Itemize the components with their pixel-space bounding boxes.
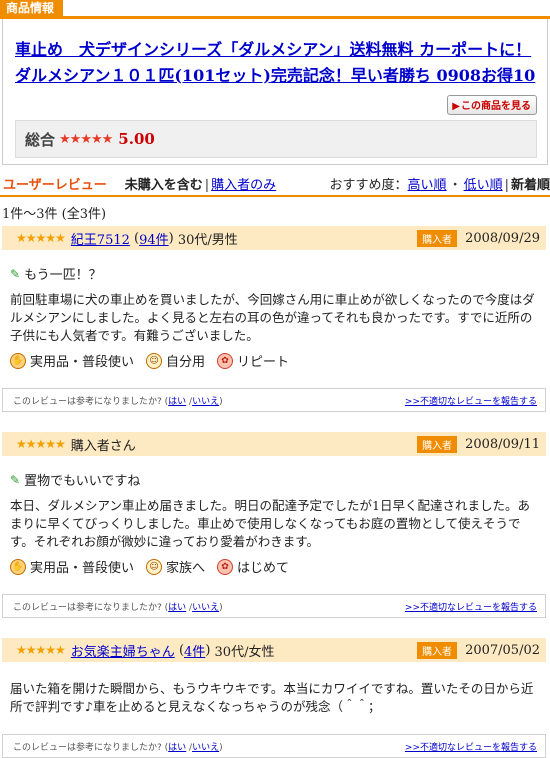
helpful-yes-link[interactable]: はい [168, 603, 186, 613]
sort-new: 新着順 [510, 178, 550, 193]
helpful-question: このレビューは参考になりましたか? (はい /いいえ) [13, 396, 223, 407]
product-section-header: 商品情報 [0, 0, 550, 19]
person-icon: ☺ [146, 352, 163, 369]
tag-purchase: はじめて [237, 561, 290, 576]
rating-stars-icon: ★★★★★ [59, 131, 113, 147]
product-info-tab: 商品情報 [0, 0, 64, 17]
review-date: 2008/09/29 [465, 230, 540, 246]
helpful-no-link[interactable]: いいえ [192, 743, 219, 753]
reviewer-name-link[interactable]: お気楽主婦ちゃん [71, 641, 175, 660]
review-tags: ✋ 実用品・普段使い ☺ 家族へ ✿ はじめて [10, 557, 536, 576]
product-box: 車止め 犬デザインシリーズ「ダルメシアン」送料無料 カーポートに！ダルメシアン１… [2, 19, 548, 165]
see-product-button[interactable]: ▶この商品を見る [447, 95, 537, 115]
pencil-icon: ✎ [10, 472, 21, 487]
helpful-question: このレビューは参考になりましたか? (はい /いいえ) [13, 602, 223, 613]
review-header: ★★★★★ 紀王7512 (94件) 30代/男性 購入者 2008/09/29 [2, 226, 546, 250]
review-tags: ✋ 実用品・普段使い ☺ 自分用 ✿ リピート [10, 351, 536, 370]
reviewer-meta: 30代/男性 [177, 232, 238, 248]
arrow-icon: ▶ [452, 101, 460, 112]
sort-high-link[interactable]: 高い順 [408, 178, 447, 193]
person-icon: ☺ [146, 558, 163, 575]
gift-icon: ✿ [217, 352, 234, 369]
reviews-sort: おすすめ度：高い順・低い順 | 新着順 [329, 178, 550, 193]
hand-icon: ✋ [10, 352, 26, 369]
review-body: 届いた箱を開けた瞬間から、もうウキウキです。本当にカワイイですね。置いたその日か… [10, 681, 534, 714]
tag-recipient: 自分用 [166, 355, 206, 370]
review-body: 前回駐車場に犬の車止めを買いましたが、今回嫁さん用に車止めが欲しくなったので今度… [10, 292, 535, 343]
review-subject: 置物でもいいですね [24, 474, 141, 489]
review-header: ★★★★★ 購入者さん 購入者 2008/09/11 [2, 432, 546, 456]
review-item: ★★★★★ 紀王7512 (94件) 30代/男性 購入者 2008/09/29… [2, 226, 546, 412]
reviews-title: ユーザーレビュー [3, 178, 107, 193]
tag-purchase: リピート [237, 355, 290, 370]
review-header: ★★★★★ お気楽主婦ちゃん (4件) 30代/女性 購入者 2007/05/0… [2, 638, 546, 662]
review-count: 1件～3件 (全3件) [2, 207, 107, 222]
report-review-link[interactable]: >>不適切なレビューを報告する [405, 740, 537, 753]
helpful-no-link[interactable]: いいえ [192, 397, 219, 407]
review-date: 2008/09/11 [465, 436, 540, 452]
overall-rating: 総合 ★★★★★ 5.00 [15, 120, 537, 158]
reviewer-name: 購入者さん [70, 438, 136, 454]
report-review-link[interactable]: >>不適切なレビューを報告する [405, 600, 537, 613]
helpful-box: このレビューは参考になりましたか? (はい /いいえ) >>不適切なレビューを報… [2, 388, 546, 412]
tag-usage: 実用品・普段使い [30, 561, 135, 576]
reviewer-count-link[interactable]: 4件 [184, 641, 205, 660]
product-title-link[interactable]: 車止め 犬デザインシリーズ「ダルメシアン」送料無料 カーポートに！ダルメシアン１… [15, 37, 537, 89]
review-body: 本日、ダルメシアン車止め届きました。明日の配達予定でしたが1日早く配達されました… [10, 498, 530, 549]
helpful-box: このレビューは参考になりましたか? (はい /いいえ) >>不適切なレビューを報… [2, 734, 546, 758]
tag-recipient: 家族へ [166, 561, 206, 576]
filter-buyers-link[interactable]: 購入者のみ [211, 178, 276, 193]
see-product-label: この商品を見る [461, 101, 531, 112]
tag-usage: 実用品・普段使い [30, 355, 135, 370]
gift-icon: ✿ [217, 558, 234, 575]
review-item: ★★★★★ お気楽主婦ちゃん (4件) 30代/女性 購入者 2007/05/0… [2, 638, 546, 758]
buyer-badge: 購入者 [417, 435, 458, 453]
reviewer-meta: 30代/女性 [214, 644, 275, 660]
review-stars-icon: ★★★★★ [16, 231, 66, 245]
pencil-icon: ✎ [10, 266, 21, 281]
reviews-filter: 未購入を含む | 購入者のみ [124, 178, 277, 193]
helpful-yes-link[interactable]: はい [168, 397, 186, 407]
buyer-badge: 購入者 [417, 229, 458, 247]
helpful-yes-link[interactable]: はい [168, 743, 186, 753]
review-stars-icon: ★★★★★ [16, 643, 66, 657]
helpful-no-link[interactable]: いいえ [192, 603, 219, 613]
review-stars-icon: ★★★★★ [16, 437, 66, 451]
rating-label: 総合 [25, 130, 56, 149]
sort-label: おすすめ度： [329, 178, 408, 193]
review-date: 2007/05/02 [465, 642, 540, 658]
sort-low-link[interactable]: 低い順 [464, 178, 503, 193]
review-subject: もう一匹！？ [24, 268, 102, 283]
reviewer-name-link[interactable]: 紀王7512 [71, 229, 130, 248]
reviews-header: ユーザーレビュー 未購入を含む | 購入者のみ おすすめ度：高い順・低い順 | 新着順 [0, 175, 550, 197]
report-review-link[interactable]: >>不適切なレビューを報告する [405, 394, 537, 407]
reviewer-count-link[interactable]: 94件 [139, 229, 169, 248]
rating-value: 5.00 [118, 130, 155, 148]
helpful-box: このレビューは参考になりましたか? (はい /いいえ) >>不適切なレビューを報… [2, 594, 546, 618]
review-item: ★★★★★ 購入者さん 購入者 2008/09/11 ✎ 置物でもいいですね 本日… [2, 432, 546, 618]
filter-all: 未購入を含む [124, 178, 203, 193]
hand-icon: ✋ [10, 558, 26, 575]
helpful-question: このレビューは参考になりましたか? (はい /いいえ) [13, 742, 223, 753]
buyer-badge: 購入者 [417, 641, 458, 659]
